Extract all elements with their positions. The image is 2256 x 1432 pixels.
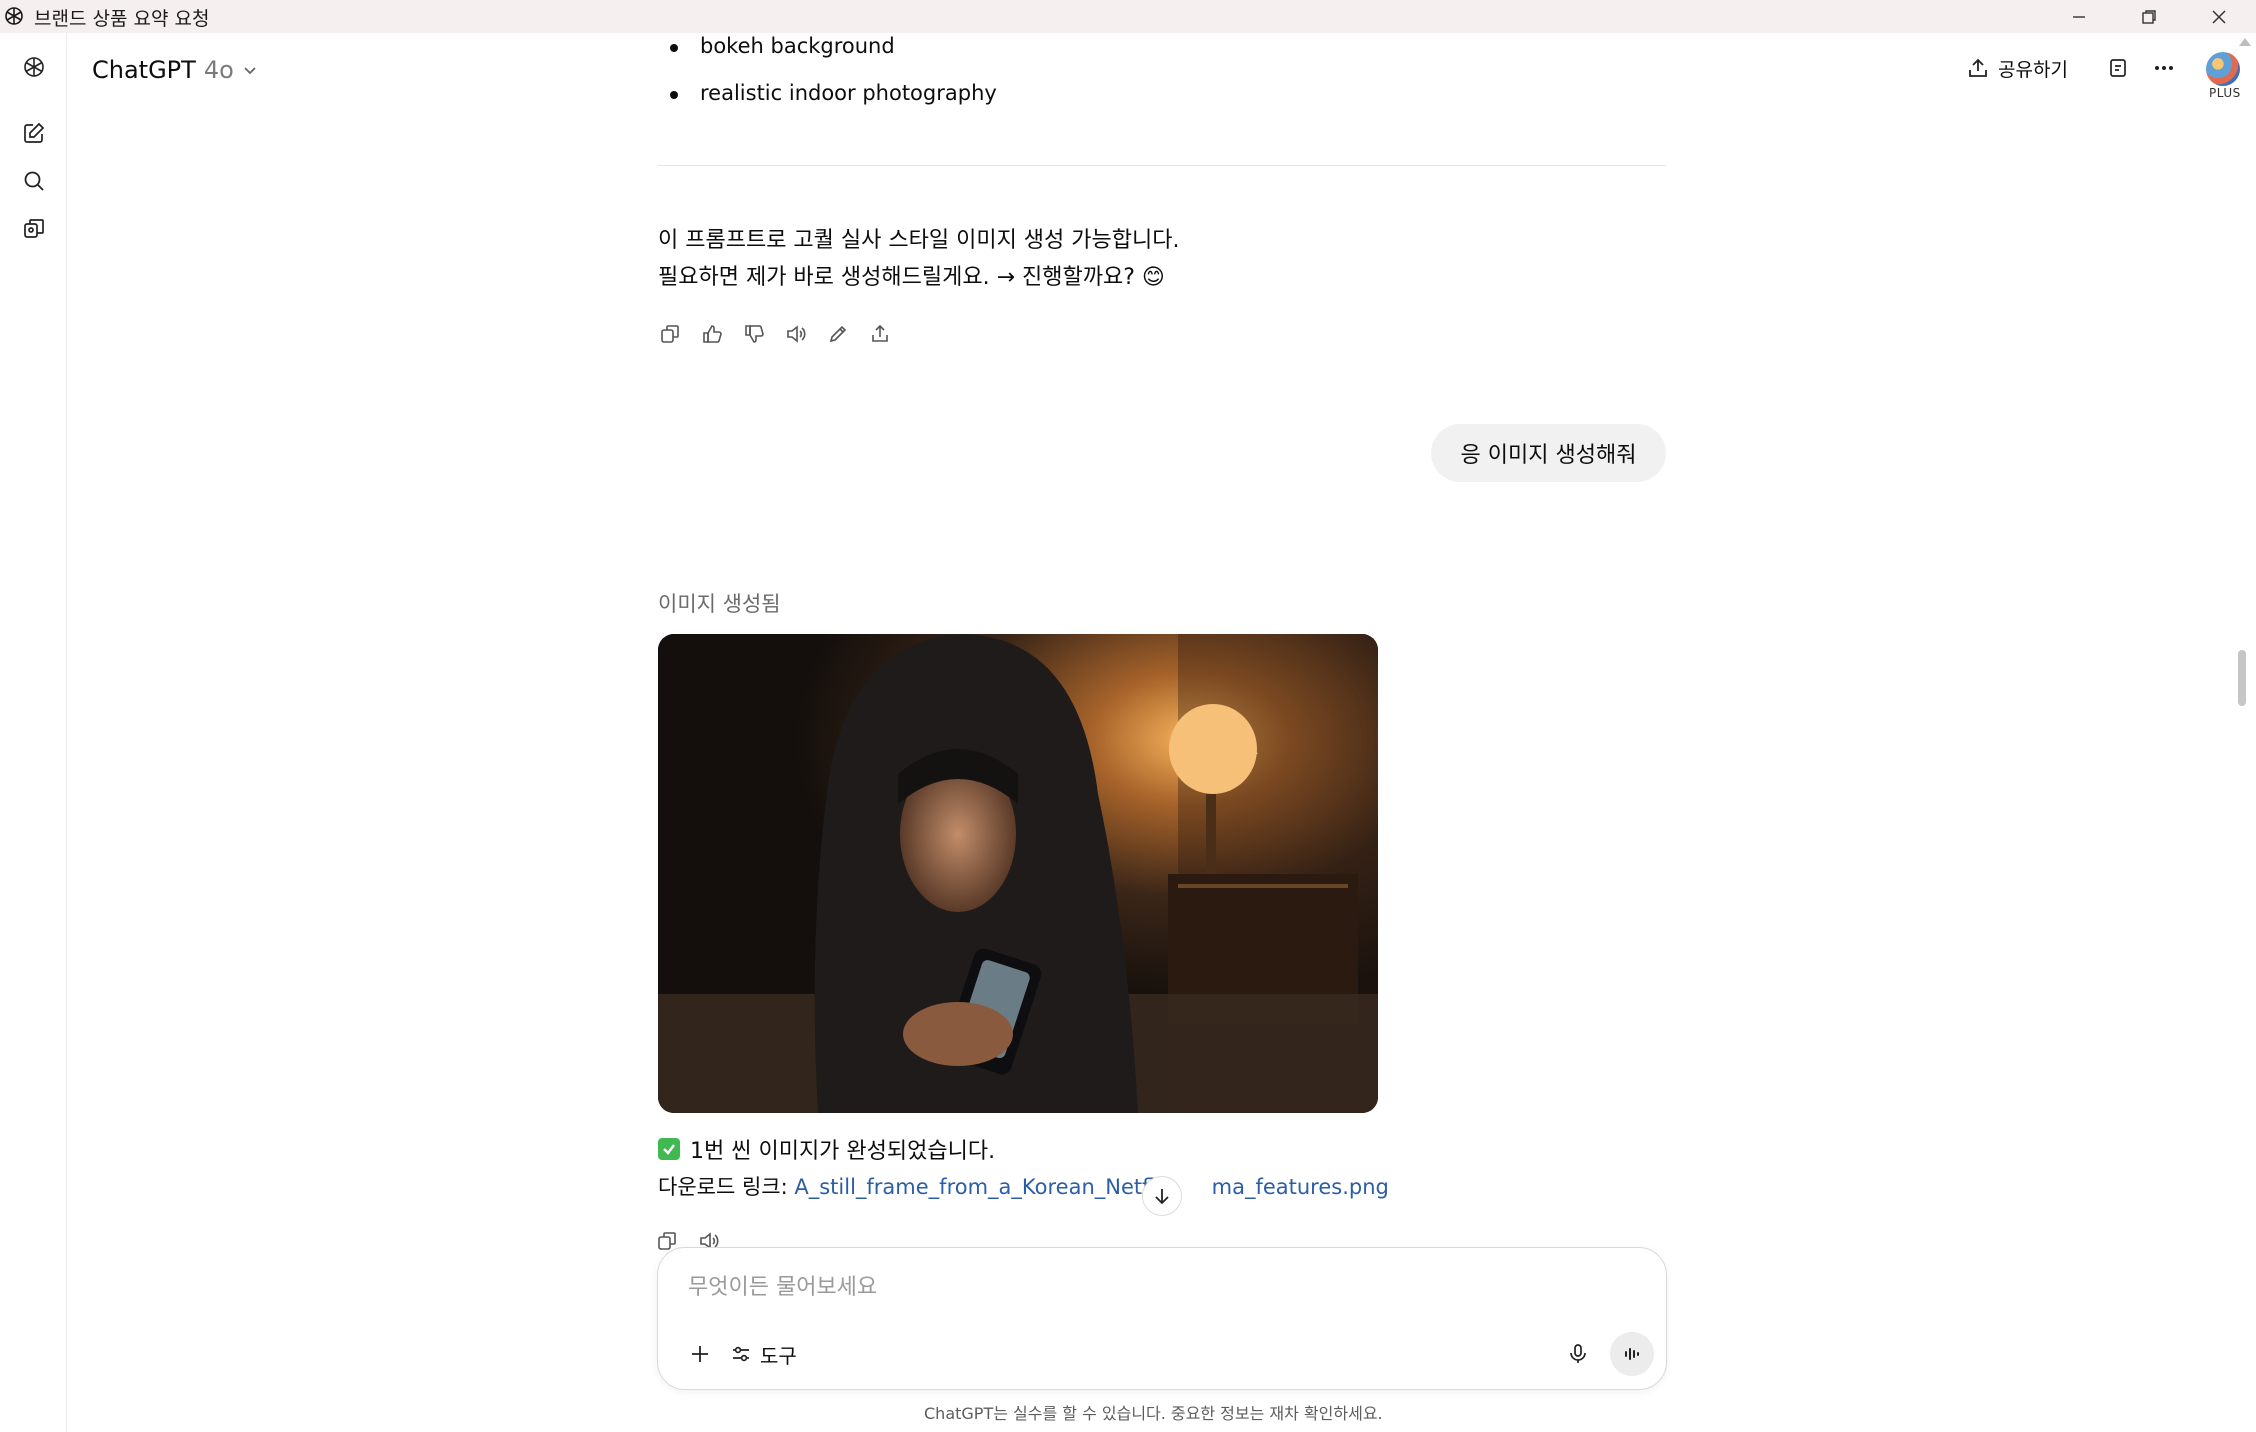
check-mark-icon — [658, 1138, 680, 1160]
more-options-button[interactable] — [2148, 52, 2180, 84]
share-icon — [1969, 58, 1987, 77]
scroll-to-bottom-button[interactable] — [1142, 1176, 1182, 1216]
download-link-end[interactable]: ma_features.png — [1212, 1175, 1389, 1199]
bullet-dot — [670, 91, 678, 99]
read-aloud-button[interactable] — [782, 320, 810, 348]
new-chat-icon — [24, 122, 45, 143]
composer: 도구 — [657, 1247, 1667, 1390]
scrollbar-thumb[interactable] — [2238, 650, 2246, 706]
bad-response-button[interactable] — [740, 320, 768, 348]
share-message-button[interactable] — [866, 320, 894, 348]
voice-wave-icon — [1625, 1348, 1639, 1360]
share-icon — [872, 324, 888, 342]
chatgpt-logo-icon — [2, 4, 26, 28]
plan-badge: PLUS — [2209, 86, 2241, 100]
document-icon — [2110, 59, 2126, 77]
list-item: bokeh background — [700, 34, 895, 58]
tools-label: 도구 — [760, 1343, 797, 1368]
model-name: ChatGPT — [92, 56, 196, 84]
chatgpt-logo-icon — [24, 57, 44, 77]
model-version: 4o — [203, 56, 234, 84]
dictate-button[interactable] — [1560, 1336, 1596, 1372]
minimize-button[interactable] — [2044, 0, 2114, 33]
copy-icon — [661, 325, 679, 343]
download-link[interactable]: A_still_frame_from_a_Korean_Netflix — [794, 1175, 1173, 1199]
microphone-icon — [1570, 1344, 1586, 1363]
voice-mode-button[interactable] — [1610, 1332, 1654, 1376]
bullet-dot — [670, 44, 678, 52]
edit-button[interactable] — [824, 320, 852, 348]
close-window-button[interactable] — [2184, 0, 2254, 33]
sliders-icon — [733, 1346, 749, 1362]
thumbs-down-icon — [745, 325, 764, 343]
disclaimer: ChatGPT는 실수를 할 수 있습니다. 중요한 정보는 재차 확인하세요. — [924, 1404, 1383, 1423]
share-label: 공유하기 — [1998, 58, 2068, 81]
minimize-icon — [2073, 15, 2085, 18]
completion-message: 1번 씬 이미지가 완성되었습니다. — [658, 1133, 995, 1165]
close-icon — [2212, 9, 2226, 24]
user-message: 응 이미지 생성해줘 — [1431, 424, 1666, 482]
canvas-button[interactable] — [2102, 52, 2134, 84]
edit-icon — [829, 325, 847, 343]
avatar[interactable] — [2206, 52, 2240, 86]
prompt-input[interactable] — [688, 1270, 1588, 1304]
list-item: realistic indoor photography — [700, 81, 997, 105]
window-title: 브랜드 상품 요약 요청 — [34, 8, 210, 30]
search-icon — [24, 171, 44, 191]
download-label: 다운로드 링크: — [658, 1175, 795, 1199]
search-button[interactable] — [20, 167, 48, 195]
sidebar-home-button[interactable] — [20, 53, 48, 81]
share-button[interactable]: 공유하기 — [1966, 52, 2068, 84]
plus-icon — [692, 1346, 708, 1362]
scrollbar-up-arrow[interactable] — [2239, 38, 2251, 46]
tools-button[interactable]: 도구 — [730, 1338, 797, 1370]
generated-image-art — [658, 634, 1378, 1113]
more-horizontal-icon — [2155, 66, 2173, 70]
new-chat-button[interactable] — [20, 119, 48, 147]
assistant-message-line: 필요하면 제가 바로 생성해드릴게요. → 진행할까요? 😊 — [658, 265, 1165, 290]
chevron-down-icon — [244, 67, 256, 75]
model-selector[interactable]: ChatGPT 4o — [92, 52, 258, 88]
image-generated-caption: 이미지 생성됨 — [658, 592, 781, 616]
maximize-button[interactable] — [2114, 0, 2184, 33]
completion-text: 1번 씬 이미지가 완성되었습니다. — [690, 1139, 996, 1164]
library-button[interactable] — [20, 215, 48, 243]
message-actions — [656, 320, 894, 348]
sidebar — [0, 33, 67, 1432]
generated-image[interactable] — [658, 634, 1378, 1113]
library-icon — [24, 219, 44, 238]
arrow-down-icon — [1155, 1189, 1169, 1205]
download-line: 다운로드 링크: A_still_frame_from_a_Korean_Net… — [658, 1171, 1389, 1201]
read-aloud-icon — [787, 325, 806, 343]
assistant-message-line: 이 프롬프트로 고퀄 실사 스타일 이미지 생성 가능합니다. — [658, 228, 1180, 253]
window-titlebar: 브랜드 상품 요약 요청 — [0, 0, 2256, 33]
good-response-button[interactable] — [698, 320, 726, 348]
thumbs-up-icon — [703, 325, 722, 343]
add-attachment-button[interactable] — [682, 1336, 718, 1372]
copy-button[interactable] — [656, 320, 684, 348]
maximize-icon — [2142, 9, 2156, 24]
divider — [658, 165, 1666, 166]
